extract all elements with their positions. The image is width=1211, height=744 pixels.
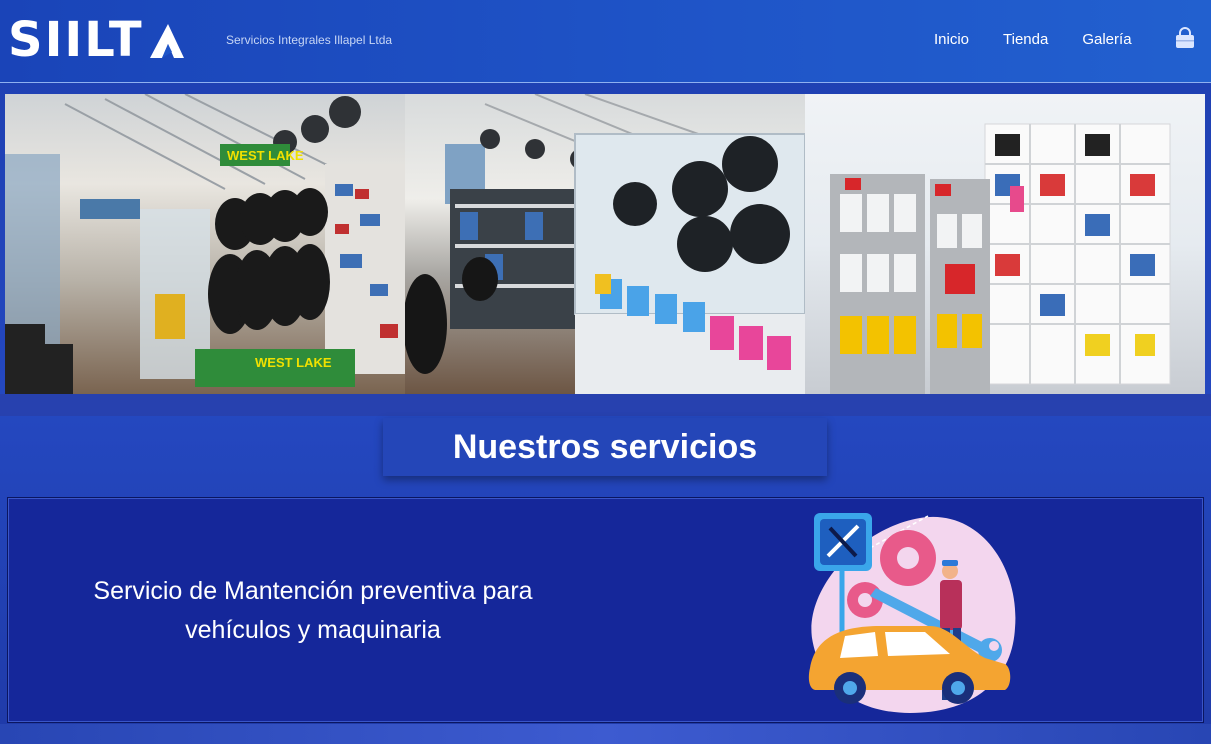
service-description-line1: Servicio de Mantención preventiva para	[93, 577, 533, 605]
services-title-box: Nuestros servicios	[383, 418, 827, 476]
main-nav: Inicio Tienda Galería	[934, 31, 1166, 48]
bottom-background-strip	[0, 724, 1211, 744]
west-lake-sign-bottom: WEST LAKE	[255, 355, 332, 370]
siilta-logo[interactable]: SIILT	[8, 14, 186, 66]
logo-a-mark-icon	[149, 24, 184, 58]
west-lake-sign: WEST LAKE	[227, 148, 304, 163]
nav-galeria[interactable]: Galería	[1082, 31, 1131, 48]
service-description: Servicio de Mantención preventiva para v…	[48, 572, 578, 650]
display-case-store-photo	[405, 94, 805, 394]
tire-rack-store-photo: WEST LAKE WEST LAKE	[5, 94, 405, 394]
company-tagline: Servicios Integrales Illapel Ltda	[226, 33, 393, 47]
service-description-line2: vehículos y maquinaria	[185, 616, 441, 644]
nav-tienda[interactable]: Tienda	[1003, 31, 1048, 48]
logo-wordmark: SIILT	[8, 12, 144, 68]
service-card[interactable]: Servicio de Mantención preventiva para v…	[7, 497, 1204, 723]
oil-shelves-illustration	[830, 123, 1171, 394]
site-header: SIILT Servicios Integrales Illapel Ltda …	[0, 0, 1211, 83]
oil-shelves-store-photo	[805, 94, 1205, 394]
store-interior-illustration: WEST LAKE WEST LAKE	[5, 94, 405, 394]
store-photo-strip: WEST LAKE WEST LAKE	[5, 94, 1205, 394]
shopping-bag-icon[interactable]	[1173, 26, 1197, 50]
mechanic-car-repair-illustration	[808, 513, 1016, 713]
nav-inicio[interactable]: Inicio	[934, 31, 969, 48]
section-divider-band	[0, 394, 1211, 416]
display-case-illustration	[405, 94, 805, 394]
services-title: Nuestros servicios	[452, 427, 758, 466]
